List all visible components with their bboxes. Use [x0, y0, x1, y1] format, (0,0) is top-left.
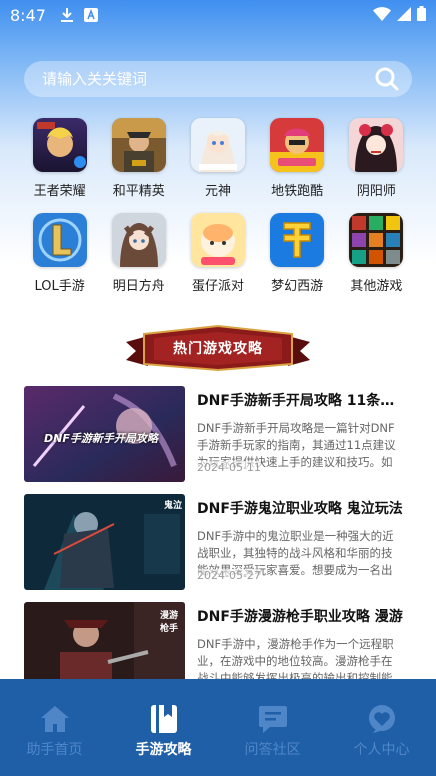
game-label: 明日方舟	[112, 279, 165, 294]
game-item-lol-mobile[interactable]: LOL手游	[20, 213, 99, 294]
article-date: 2024-05-11	[197, 461, 261, 474]
search-icon[interactable]	[374, 66, 400, 92]
other-games-icon	[349, 213, 404, 267]
thumbnail-caption: DNF手游新手开局攻略	[44, 432, 158, 445]
tab-label: 个人中心	[353, 742, 410, 758]
game-item-onmyoji[interactable]: 阴阳师	[337, 118, 416, 199]
app-notification-icon	[83, 8, 98, 22]
article-thumbnail: 鬼泣	[24, 494, 185, 590]
game-label: 蛋仔派对	[191, 279, 244, 294]
status-indicators	[373, 5, 426, 25]
lol-mobile-icon	[32, 213, 87, 267]
game-item-genshin[interactable]: 元神	[178, 118, 257, 199]
search-input[interactable]	[42, 70, 374, 88]
tab-home[interactable]: 助手首页	[0, 679, 109, 776]
article-text: DNF手游鬼泣职业攻略 鬼泣玩法 DNF手游中的鬼泣职业是一种强大的近战职业，其…	[197, 494, 403, 592]
book-icon	[148, 703, 180, 735]
home-icon	[39, 703, 71, 735]
chat-icon	[257, 703, 289, 735]
game-item-eggy-party[interactable]: 蛋仔派对	[178, 213, 257, 294]
article-title: DNF手游新手开局攻略 11条建议	[197, 393, 403, 409]
bottom-tab-bar: 助手首页 手游攻略 问答社区 个人中心	[0, 679, 436, 776]
game-label: 阴阳师	[356, 184, 396, 199]
game-item-arknights[interactable]: 明日方舟	[99, 213, 178, 294]
article-title: DNF手游漫游枪手职业攻略 漫游	[197, 609, 403, 625]
status-bar: 8:47	[0, 0, 436, 30]
status-time: 8:47	[10, 5, 46, 25]
article-title: DNF手游鬼泣职业攻略 鬼泣玩法	[197, 501, 403, 517]
tab-profile[interactable]: 个人中心	[327, 679, 436, 776]
game-label: 和平精英	[112, 184, 165, 199]
game-item-subway-surfers[interactable]: 地铁跑酷	[258, 118, 337, 199]
game-item-other-games[interactable]: 其他游戏	[337, 213, 416, 294]
tab-label: 手游攻略	[135, 742, 192, 758]
download-icon	[60, 7, 74, 23]
game-label: 王者荣耀	[33, 184, 86, 199]
game-item-peacekeeper-elite[interactable]: 和平精英	[99, 118, 178, 199]
game-label: 元神	[204, 184, 231, 199]
game-label: 其他游戏	[350, 279, 403, 294]
arknights-icon	[111, 213, 166, 267]
section-banner: 热门游戏攻略	[126, 324, 310, 372]
tab-game-guides[interactable]: 手游攻略	[109, 679, 218, 776]
game-label: 地铁跑酷	[271, 184, 324, 199]
wifi-icon	[373, 6, 391, 25]
tab-qa-community[interactable]: 问答社区	[218, 679, 327, 776]
eggy-party-icon	[190, 213, 245, 267]
fantasy-westward-icon	[270, 213, 325, 267]
thumbnail-caption: 漫游枪手	[160, 611, 179, 634]
game-grid: 王者荣耀 和平精英 元神 地铁跑酷 阴阳师 LOL手游 明日方舟 蛋仔派对 梦幻…	[20, 118, 416, 294]
genshin-icon	[190, 118, 245, 172]
thumbnail-caption: 鬼泣	[164, 501, 183, 511]
game-label: LOL手游	[34, 279, 85, 294]
game-item-honor-of-kings[interactable]: 王者荣耀	[20, 118, 99, 199]
onmyoji-icon	[349, 118, 404, 172]
game-label: 梦幻西游	[271, 279, 324, 294]
peacekeeper-elite-icon	[111, 118, 166, 172]
tab-label: 问答社区	[244, 742, 301, 758]
game-item-fantasy-westward[interactable]: 梦幻西游	[258, 213, 337, 294]
section-title: 热门游戏攻略	[173, 341, 263, 357]
search-bar[interactable]	[24, 61, 412, 97]
subway-surfers-icon	[270, 118, 325, 172]
tab-label: 助手首页	[26, 742, 83, 758]
article-date: 2024-05-27	[197, 569, 261, 582]
article-item[interactable]: DNF手游新手开局攻略 DNF手游新手开局攻略 11条建议 DNF手游新手开局攻…	[24, 386, 414, 484]
article-list: DNF手游新手开局攻略 DNF手游新手开局攻略 11条建议 DNF手游新手开局攻…	[24, 386, 414, 710]
article-thumbnail: DNF手游新手开局攻略	[24, 386, 185, 482]
article-item[interactable]: 鬼泣 DNF手游鬼泣职业攻略 鬼泣玩法 DNF手游中的鬼泣职业是一种强大的近战职…	[24, 494, 414, 592]
battery-icon	[417, 5, 426, 25]
signal-icon	[397, 6, 411, 25]
honor-of-kings-icon	[32, 118, 87, 172]
profile-heart-icon	[366, 703, 398, 735]
article-text: DNF手游新手开局攻略 11条建议 DNF手游新手开局攻略是一篇针对DNF手游新…	[197, 386, 403, 484]
